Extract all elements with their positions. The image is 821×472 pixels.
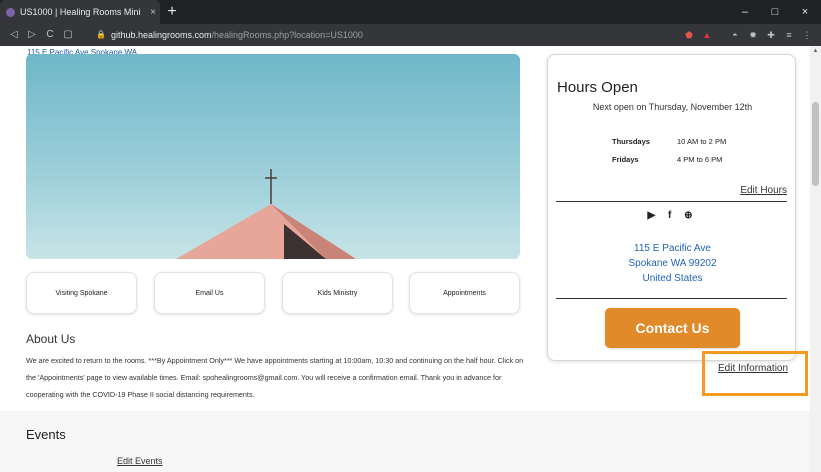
extension-icon[interactable]: ◓ (728, 28, 742, 42)
browser-toolbar: ◁ ▷ C ▢ 🔒 github.healingrooms.com/healin… (0, 24, 821, 46)
hours-day: Thursdays (612, 137, 650, 146)
lock-icon: 🔒 (96, 30, 106, 39)
hours-time: 4 PM to 6 PM (677, 155, 723, 164)
tab-title: US1000 | Healing Rooms Ministrie (20, 7, 141, 17)
about-text: We are excited to return to the rooms. *… (26, 356, 524, 399)
hours-row: Thursdays 10 AM to 2 PM (612, 137, 782, 146)
address-bar[interactable]: 🔒 github.healingrooms.com/healingRooms.p… (96, 28, 363, 42)
about-heading: About Us (26, 332, 76, 346)
settings-extension-icon[interactable]: ✹ (746, 28, 760, 42)
site-favicon-icon (6, 7, 15, 17)
hours-heading: Hours Open (557, 79, 638, 96)
address-line-1: 115 E Pacific Ave (634, 243, 711, 254)
browser-menu-icon[interactable]: ⋮ (800, 28, 814, 42)
reading-list-icon[interactable]: ≡ (782, 28, 796, 42)
hours-sidebar: Hours Open Next open on Thursday, Novemb… (547, 54, 796, 361)
back-icon[interactable]: ◁ (6, 24, 22, 46)
divider (556, 298, 787, 299)
scrollbar[interactable]: ▲ (810, 46, 821, 472)
new-tab-button[interactable]: + (163, 3, 181, 21)
window-close-button[interactable]: × (792, 0, 818, 24)
scrollbar-thumb[interactable] (812, 102, 819, 186)
browser-tab[interactable]: US1000 | Healing Rooms Ministrie × (0, 0, 160, 24)
window-minimize-button[interactable]: – (732, 0, 758, 24)
address-line-3: United States (642, 273, 703, 284)
church-roof-image (176, 169, 356, 259)
alert-extension-icon[interactable]: ▲ (700, 28, 714, 42)
events-heading: Events (26, 427, 66, 442)
appointments-card[interactable]: Appointments (409, 272, 520, 314)
social-icons[interactable]: ▶ f ⊕ (548, 210, 797, 221)
hero-image (26, 54, 520, 259)
kids-ministry-card[interactable]: Kids Ministry (282, 272, 393, 314)
email-us-card[interactable]: Email Us (154, 272, 265, 314)
shield-extension-icon[interactable]: ⬟ (682, 28, 696, 42)
url-host: github.healingrooms.com (110, 30, 212, 40)
browser-tab-bar: US1000 | Healing Rooms Ministrie × + – □… (0, 0, 821, 24)
forward-icon[interactable]: ▷ (24, 24, 40, 46)
edit-events-link[interactable]: Edit Events (117, 456, 163, 466)
highlight-box (702, 351, 808, 396)
hours-time: 10 AM to 2 PM (677, 137, 727, 146)
scroll-up-icon[interactable]: ▲ (810, 48, 821, 54)
address-line-2: Spokane WA 99202 (628, 258, 717, 269)
reload-icon[interactable]: C (42, 24, 58, 46)
contact-us-button[interactable]: Contact Us (605, 308, 740, 348)
next-open-text: Next open on Thursday, November 12th (592, 102, 753, 112)
url-path: /healingRooms.php?location=US1000 (211, 30, 363, 40)
hours-day: Fridays (612, 155, 639, 164)
bookmark-icon[interactable]: ▢ (60, 24, 76, 46)
visiting-spokane-card[interactable]: Visiting Spokane (26, 272, 137, 314)
puzzle-extension-icon[interactable]: ✚ (764, 28, 778, 42)
tab-close-icon[interactable]: × (146, 7, 160, 18)
edit-hours-link[interactable]: Edit Hours (740, 185, 787, 196)
divider (556, 201, 787, 202)
web-page: 115 E Pacific Ave Spokane WA Visiting Sp… (0, 46, 810, 472)
hours-row: Fridays 4 PM to 6 PM (612, 155, 782, 164)
window-maximize-button[interactable]: □ (762, 0, 788, 24)
